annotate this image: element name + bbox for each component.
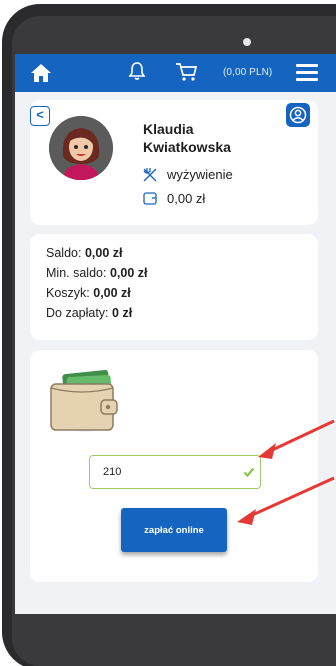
min-saldo-label: Min. saldo: <box>46 266 107 280</box>
front-camera <box>243 38 251 46</box>
saldo-value: 0,00 zł <box>84 246 123 260</box>
user-full-name: Klaudia Kwiatkowska <box>143 120 293 156</box>
wallet-balance-value: 0,00 zł <box>167 191 206 206</box>
pay-online-button[interactable]: zapłać online <box>121 508 227 552</box>
back-button[interactable]: < <box>30 106 50 126</box>
saldo-row: Saldo: 0,00 zł <box>46 246 122 260</box>
min-saldo-value: 0,00 zł <box>109 266 148 280</box>
check-icon <box>243 467 255 478</box>
koszyk-value: 0,00 zł <box>93 286 131 300</box>
meal-plan-label: wyżywienie <box>167 167 233 182</box>
koszyk-row: Koszyk: 0,00 zł <box>46 286 131 300</box>
fork-knife-icon <box>143 168 157 182</box>
min-saldo-row: Min. saldo: 0,00 zł <box>46 266 147 280</box>
do-zaplaty-value: 0 zł <box>112 306 133 320</box>
wallet-icon <box>143 192 157 205</box>
do-zaplaty-label: Do zapłaty: <box>46 306 109 320</box>
header-balance: (0,00 PLN) <box>223 67 273 78</box>
user-first-name: Klaudia <box>143 121 194 137</box>
menu-icon[interactable] <box>296 64 318 82</box>
cart-icon[interactable] <box>175 62 199 82</box>
top-navigation-bar: (0,00 PLN) <box>15 54 336 92</box>
home-icon[interactable] <box>30 63 52 83</box>
avatar <box>49 116 113 180</box>
app-screen: (0,00 PLN) < Klaudia Kwiatkowska wyżywie… <box>15 54 336 614</box>
do-zaplaty-row: Do zapłaty: 0 zł <box>46 306 132 320</box>
user-last-name: Kwiatkowska <box>143 139 231 155</box>
saldo-label: Saldo: <box>46 246 82 260</box>
payment-amount-input[interactable] <box>89 455 261 489</box>
koszyk-label: Koszyk: <box>46 286 90 300</box>
wallet-illustration <box>50 369 118 432</box>
bell-icon[interactable] <box>128 61 146 81</box>
